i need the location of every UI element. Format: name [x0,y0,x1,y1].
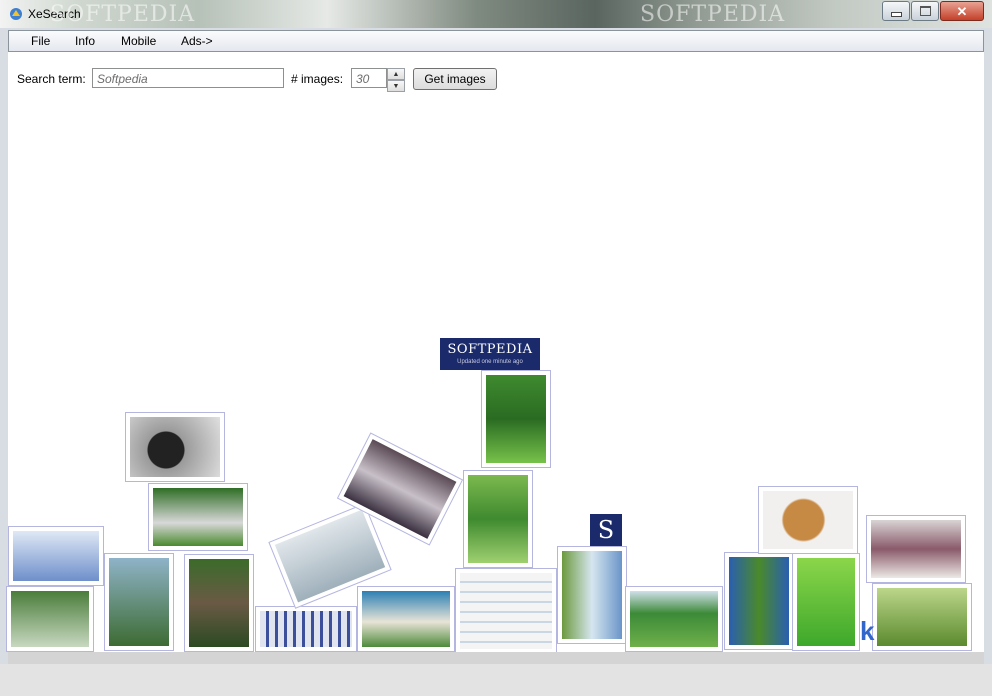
menu-ads[interactable]: Ads-> [181,34,213,48]
brand-watermark-left: SOFTPEDIA [50,2,196,27]
image-count-input[interactable]: 30 [351,68,387,88]
image-thumbnail[interactable] [184,554,254,652]
spin-up-button[interactable]: ▲ [387,68,405,80]
image-thumbnail[interactable] [463,470,533,568]
image-thumbnail[interactable] [866,515,966,583]
search-term-input[interactable]: Softpedia [92,68,284,88]
image-thumbnail[interactable] [8,526,104,586]
app-icon [10,8,22,20]
softpedia-logo-image[interactable]: SOFTPEDIA Updated one minute ago [440,338,540,370]
s-logo-image[interactable]: S [590,514,622,546]
image-thumbnail[interactable] [724,552,794,650]
image-thumbnail[interactable] [104,553,174,651]
image-thumbnail[interactable] [255,606,357,652]
minimize-icon [890,11,902,17]
image-count-spinner: ▲ ▼ [387,68,405,92]
search-term-label: Search term: [17,72,86,86]
image-thumbnail[interactable] [125,412,225,482]
maximize-icon [919,6,931,16]
bottom-panel [0,664,992,696]
title-bar[interactable]: XeSearch SOFTPEDIA SOFTPEDIA ✕ [0,0,992,28]
status-bar [8,652,984,664]
close-icon: ✕ [956,3,968,19]
get-images-button[interactable]: Get images [413,68,497,90]
image-thumbnail[interactable] [481,370,551,468]
minimize-button[interactable] [882,1,910,21]
maximize-button[interactable] [911,1,939,21]
k-logo-image[interactable]: k [860,616,874,647]
image-thumbnail[interactable] [148,483,248,551]
menu-mobile[interactable]: Mobile [121,34,156,48]
spin-down-button[interactable]: ▼ [387,80,405,92]
image-thumbnail[interactable] [357,586,455,652]
image-thumbnail[interactable] [758,486,858,554]
image-thumbnail[interactable] [792,553,860,651]
app-window: XeSearch SOFTPEDIA SOFTPEDIA ✕ File Info… [0,0,992,696]
softpedia-logo-text: SOFTPEDIA [447,342,533,357]
brand-watermark: SOFTPEDIA [640,2,786,27]
image-thumbnail[interactable] [455,568,557,654]
softpedia-logo-subtext: Updated one minute ago [457,359,523,365]
image-thumbnail[interactable] [6,586,94,652]
menu-bar: File Info Mobile Ads-> [8,30,984,52]
image-thumbnail[interactable] [625,586,723,652]
image-count-label: # images: [291,72,344,86]
menu-info[interactable]: Info [75,34,95,48]
close-button[interactable]: ✕ [940,1,984,21]
menu-file[interactable]: File [31,34,50,48]
image-thumbnail[interactable] [872,583,972,651]
image-thumbnail[interactable] [557,546,627,644]
